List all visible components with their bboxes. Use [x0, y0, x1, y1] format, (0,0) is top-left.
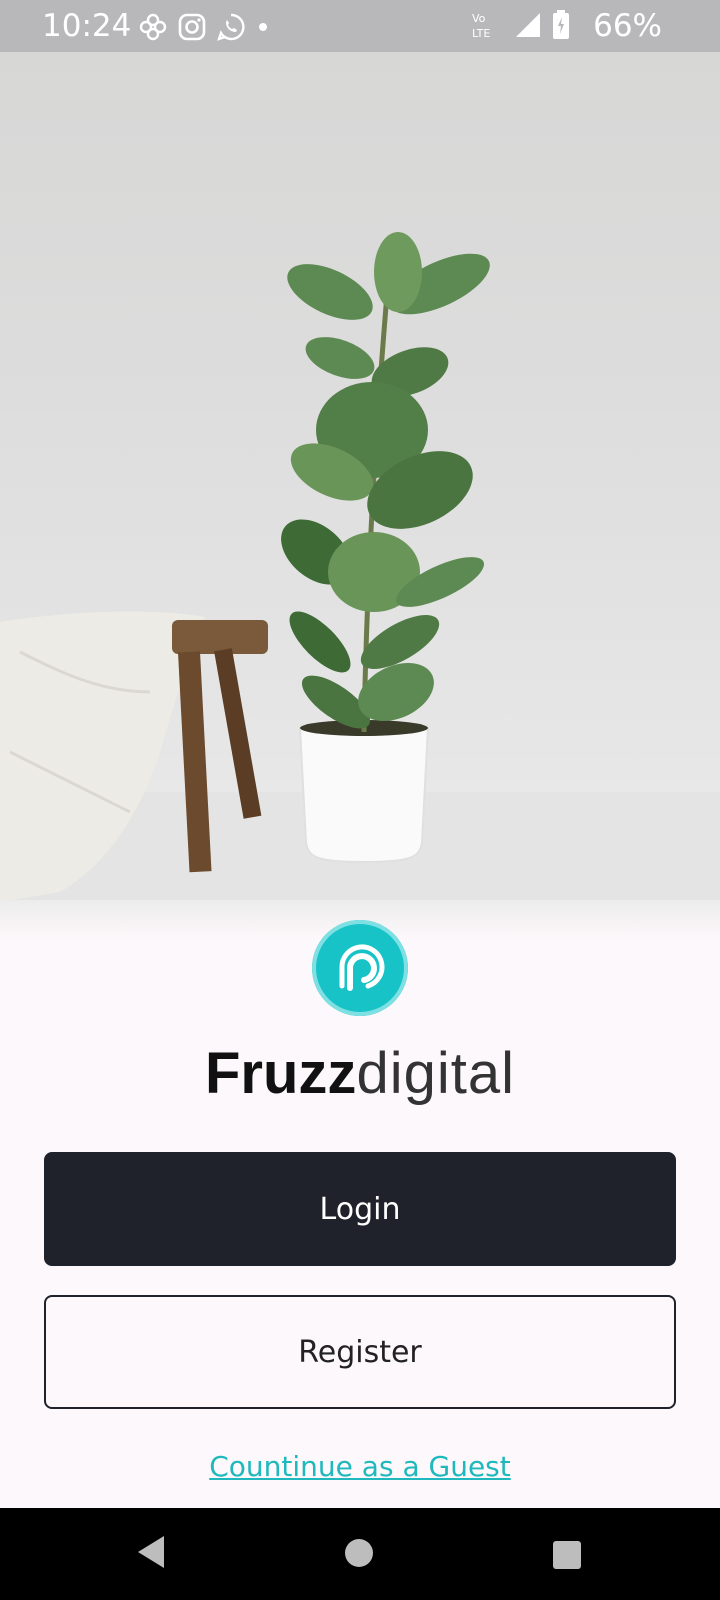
- volte-icon: Vo LTE: [470, 10, 504, 45]
- plant-photo: [0, 232, 720, 912]
- login-button[interactable]: Login: [44, 1152, 676, 1266]
- register-button-label: Register: [298, 1334, 422, 1370]
- register-button[interactable]: Register: [44, 1295, 676, 1409]
- status-bar: 10:24 Vo LTE 66%: [0, 0, 720, 52]
- home-icon[interactable]: [344, 1538, 374, 1573]
- status-time: 10:24: [42, 8, 132, 44]
- battery-percent: 66%: [593, 8, 662, 44]
- brand-logo-icon: [312, 920, 408, 1016]
- volte-top-label: Vo: [472, 12, 486, 25]
- brand-name-light: digital: [356, 1041, 515, 1106]
- brand-name: Fruzzdigital: [0, 1040, 720, 1107]
- hero-image: [0, 52, 720, 912]
- instagram-icon: [178, 13, 206, 46]
- battery-icon: [552, 10, 570, 45]
- signal-icon: [514, 11, 542, 44]
- status-notification-icons: [138, 12, 270, 47]
- fan-icon: [138, 12, 168, 47]
- brand-name-bold: Fruzz: [205, 1041, 357, 1106]
- status-system-icons: Vo LTE: [470, 10, 570, 45]
- dot-icon: [256, 20, 270, 39]
- system-navigation-bar: [0, 1508, 720, 1600]
- volte-bottom-label: LTE: [472, 27, 490, 40]
- continue-as-guest-link[interactable]: Countinue as a Guest: [0, 1450, 720, 1483]
- login-button-label: Login: [319, 1191, 401, 1227]
- back-icon[interactable]: [136, 1534, 168, 1575]
- recent-apps-icon[interactable]: [552, 1540, 582, 1575]
- whatsapp-icon: [216, 12, 246, 47]
